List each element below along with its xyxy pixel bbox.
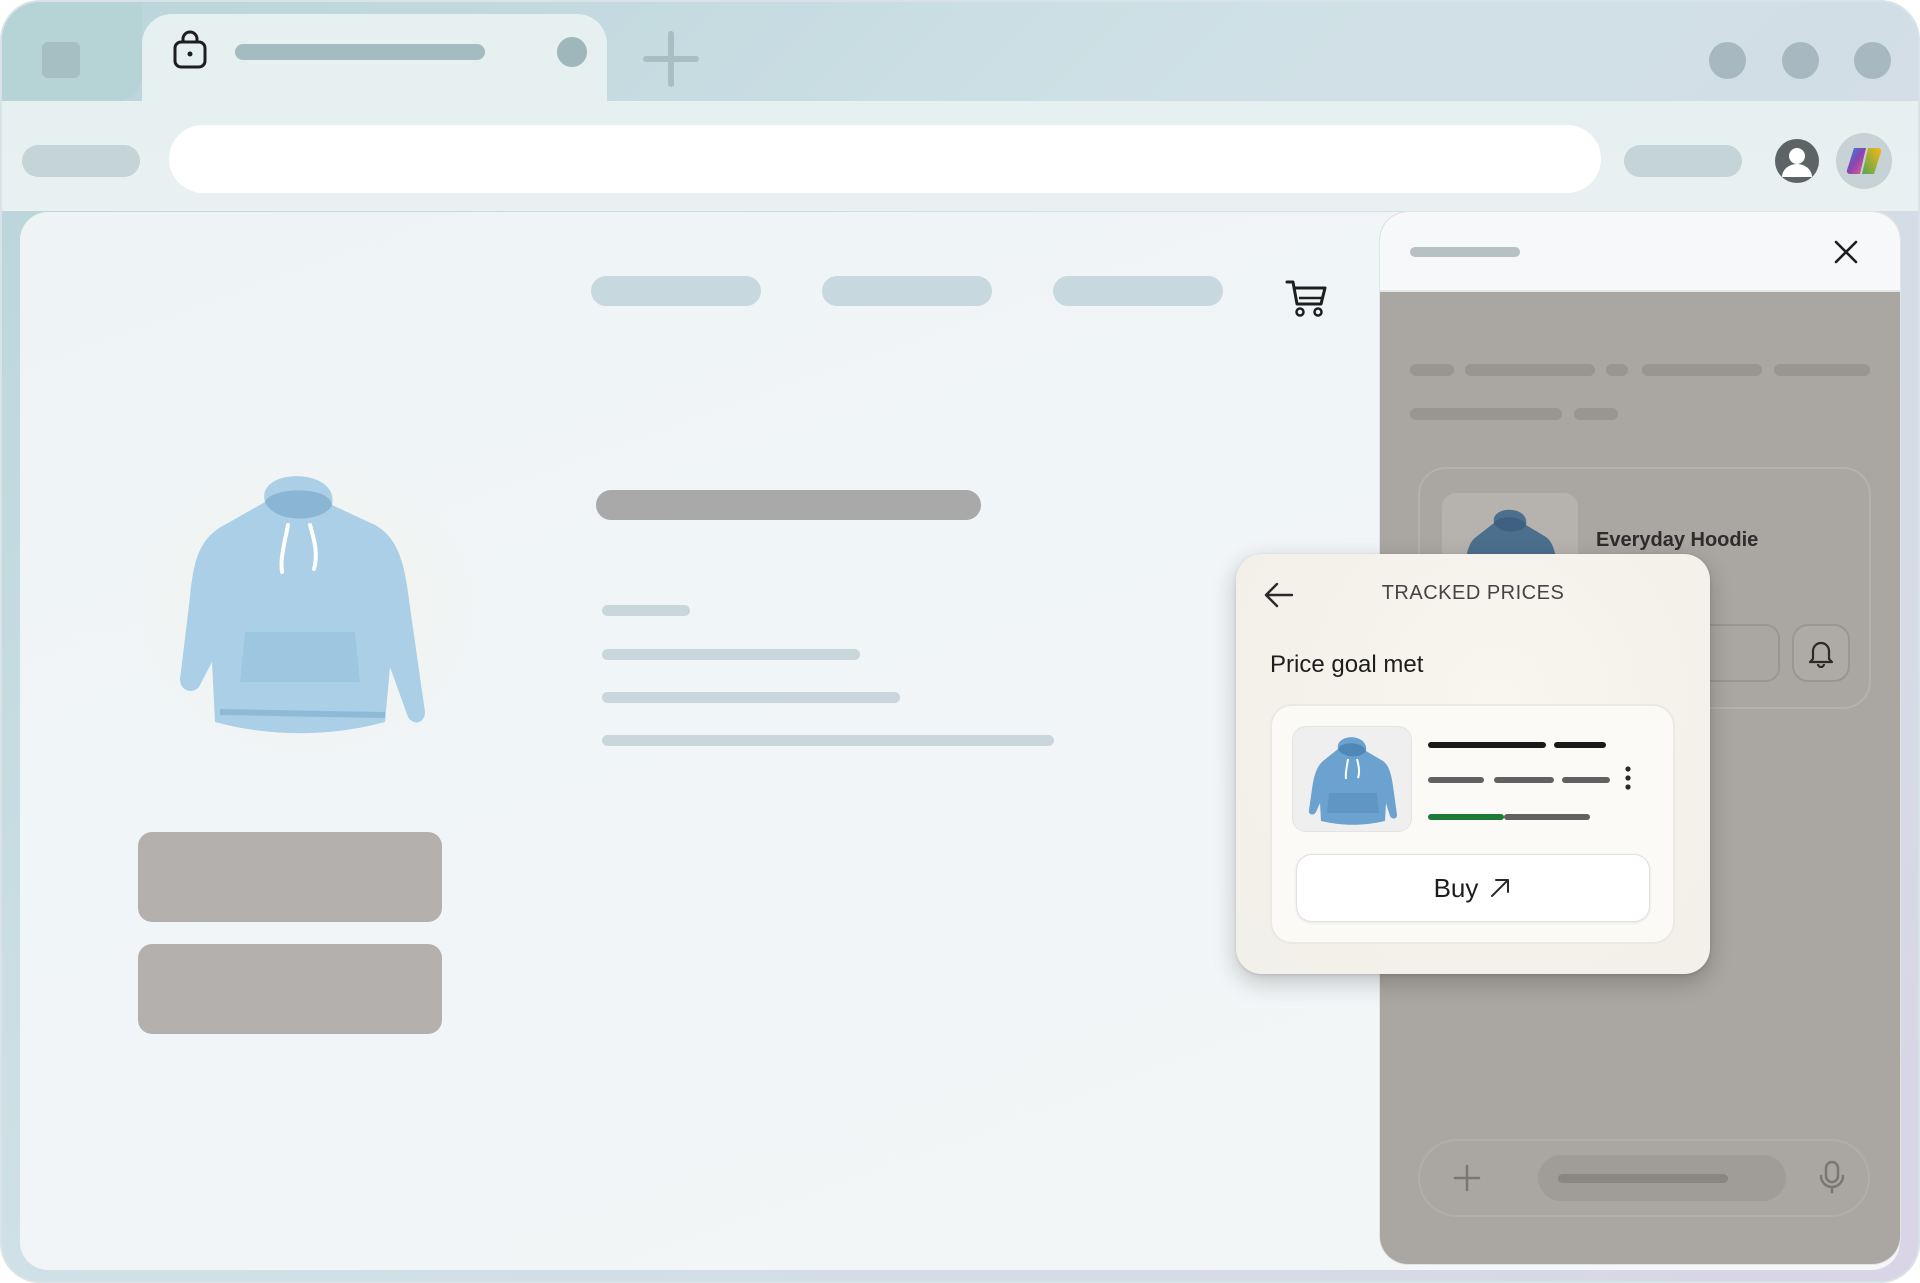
close-window-button[interactable] [1854,42,1891,79]
side-panel-header [1380,212,1900,292]
hoodie-product-image [180,476,425,734]
tab-favicon-placeholder [42,42,80,78]
side-panel-title-placeholder [1410,247,1520,257]
close-icon[interactable] [1832,238,1860,266]
product-name-placeholder [1428,742,1546,748]
microphone-icon[interactable] [1817,1159,1847,1195]
popup-title: TRACKED PRICES [1236,582,1710,605]
text-line-placeholder [1606,364,1628,376]
detail-line-placeholder [1562,777,1610,783]
text-line-placeholder [602,605,690,616]
add-to-cart-button-placeholder[interactable] [138,832,442,922]
text-line-placeholder [1410,364,1454,376]
text-line-placeholder [602,692,900,703]
nav-link-placeholder[interactable] [1053,276,1223,306]
nav-link-placeholder[interactable] [591,276,761,306]
buy-button[interactable]: Buy [1296,854,1650,922]
text-line-placeholder [1410,408,1562,420]
text-line-placeholder [602,649,860,660]
inactive-tab[interactable] [2,2,142,101]
text-line-placeholder [1574,408,1618,420]
text-line-placeholder [1465,364,1595,376]
price-goal-progress-track [1504,814,1590,820]
minimize-button[interactable] [1709,42,1746,79]
cart-icon[interactable] [1285,278,1329,320]
browser-window: Everyday Hoodie TRACKED PRICES Price goa… [0,0,1920,1283]
maximize-button[interactable] [1782,42,1819,79]
copilot-icon[interactable] [1836,133,1892,189]
text-line-placeholder [1774,364,1870,376]
address-bar[interactable] [169,125,1601,193]
plus-icon[interactable] [642,30,700,88]
active-tab[interactable] [142,14,607,114]
buy-now-button-placeholder[interactable] [138,944,442,1034]
text-line-placeholder [602,735,1054,746]
buy-button-label: Buy [1433,872,1479,903]
price-goal-progress-filled [1428,814,1504,820]
text-line-placeholder [1642,364,1762,376]
navigation-buttons-placeholder[interactable] [22,145,140,177]
bell-icon[interactable] [1792,624,1850,682]
product-thumbnail [1292,726,1412,832]
detail-line-placeholder [1428,777,1484,783]
popup-title-text: TRACKED PRICES [1381,582,1565,604]
plus-icon[interactable] [1452,1163,1482,1193]
product-name-placeholder [1554,742,1606,748]
browser-toolbar [2,101,1918,211]
tab-title-placeholder [235,44,485,60]
tab-close-placeholder[interactable] [557,37,587,67]
toolbar-extensions-placeholder[interactable] [1624,145,1742,177]
tracked-product-card: Buy [1270,704,1675,944]
product-title-placeholder [596,490,981,520]
chat-composer [1418,1139,1870,1217]
nav-link-placeholder[interactable] [822,276,992,306]
profile-icon[interactable] [1775,139,1819,183]
detail-line-placeholder [1494,777,1554,783]
more-vertical-icon[interactable] [1622,764,1634,792]
chat-input[interactable] [1538,1155,1786,1201]
section-heading: Price goal met [1270,651,1424,678]
external-arrow-icon [1491,879,1510,897]
product-name: Everyday Hoodie [1596,529,1759,551]
shopping-bag-icon [173,30,207,69]
tracked-prices-popup: TRACKED PRICES Price goal met Buy [1236,554,1710,974]
